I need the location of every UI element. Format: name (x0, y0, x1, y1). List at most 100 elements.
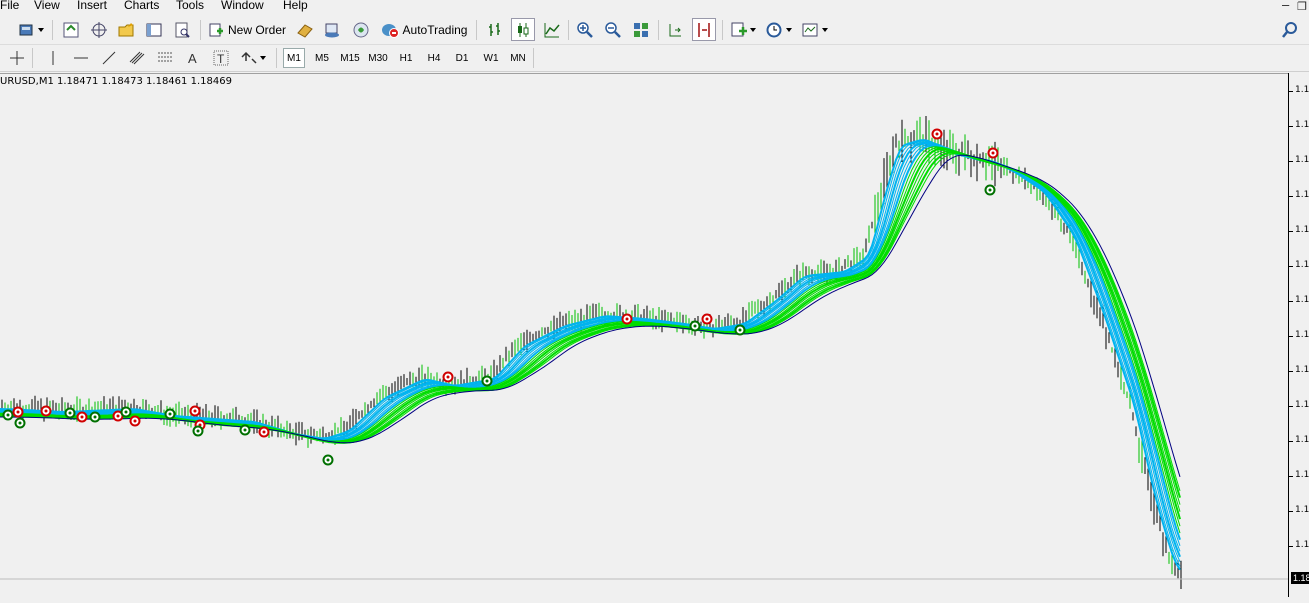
chart-window[interactable] (0, 73, 1288, 598)
signals-icon[interactable] (296, 21, 314, 39)
fibonacci-icon[interactable] (156, 49, 174, 67)
strategy-tester-icon[interactable] (173, 21, 191, 39)
zoom-out-icon[interactable] (604, 21, 622, 39)
zoom-in-icon[interactable] (576, 21, 594, 39)
signal-marker-dot (44, 409, 48, 413)
profiles-icon[interactable] (18, 21, 36, 39)
signal-marker-dot (738, 328, 742, 332)
axis-price-label: 1.18 (1295, 435, 1309, 445)
vertical-line-icon[interactable] (44, 49, 62, 67)
trendline-icon[interactable] (100, 49, 118, 67)
signal-marker-dot (6, 413, 10, 417)
restore-icon[interactable]: ❐ (1297, 0, 1307, 13)
menu-tools[interactable]: Tools (176, 0, 204, 12)
new-order-label: New Order (227, 23, 286, 37)
metaeditor-icon[interactable] (352, 21, 370, 39)
tile-windows-icon[interactable] (632, 21, 650, 39)
axis-price-label: 1.18 (1295, 190, 1309, 200)
autotrading-icon (381, 24, 399, 38)
menu-charts[interactable]: Charts (124, 0, 159, 12)
moving-average-line (0, 143, 1181, 552)
axis-tick (1289, 91, 1293, 92)
axis-tick (1289, 196, 1293, 197)
separator (658, 20, 659, 40)
axis-tick (1289, 476, 1293, 477)
candlestick-chart-button[interactable] (511, 18, 535, 41)
periods-clock-icon[interactable] (765, 21, 783, 39)
chevron-down-icon[interactable] (786, 28, 792, 32)
price-chart[interactable] (0, 74, 1288, 598)
menu-insert[interactable]: Insert (77, 0, 107, 12)
signal-marker-dot (193, 409, 197, 413)
signal-marker-dot (133, 419, 137, 423)
axis-price-label: 1.18 (1295, 120, 1309, 130)
equidistant-channel-icon[interactable] (128, 49, 146, 67)
crosshair-target-icon[interactable] (90, 21, 108, 39)
arrows-icon[interactable] (240, 49, 258, 67)
auto-scroll-icon[interactable] (666, 21, 684, 39)
templates-icon[interactable] (801, 21, 819, 39)
navigator-icon[interactable] (117, 21, 135, 39)
moving-average-line (0, 140, 1181, 567)
axis-tick (1289, 301, 1293, 302)
timeframe-d1[interactable]: D1 (451, 48, 473, 68)
signal-marker-dot (196, 429, 200, 433)
menu-help[interactable]: Help (283, 0, 308, 12)
menu-view[interactable]: View (34, 0, 60, 12)
timeframe-m1[interactable]: M1 (283, 48, 305, 68)
separator (568, 20, 569, 40)
signal-marker-dot (168, 412, 172, 416)
separator (32, 48, 33, 68)
chevron-down-icon[interactable] (38, 28, 44, 32)
autotrading-label: AutoTrading (402, 23, 468, 37)
timeframe-h1[interactable]: H1 (395, 48, 417, 68)
chart-shift-button[interactable] (692, 18, 716, 41)
signal-marker-dot (16, 410, 20, 414)
signal-marker-dot (243, 428, 247, 432)
indicators-icon[interactable] (730, 21, 748, 39)
chevron-down-icon[interactable] (750, 28, 756, 32)
timeframe-mn[interactable]: MN (506, 48, 530, 68)
timeframe-m5[interactable]: M5 (311, 48, 333, 68)
drawing-toolbar: A T (0, 45, 1309, 72)
autotrading-button[interactable]: AutoTrading (378, 20, 470, 40)
separator (722, 20, 723, 40)
axis-price-label: 1.18 (1295, 400, 1309, 410)
current-price-label: 1.18 (1291, 572, 1309, 584)
signal-marker-dot (326, 458, 330, 462)
market-watch-icon[interactable] (62, 21, 80, 39)
minimize-icon[interactable]: – (1282, 0, 1289, 12)
axis-tick (1289, 336, 1293, 337)
chevron-down-icon[interactable] (260, 56, 266, 60)
moving-average-line (0, 141, 1181, 562)
axis-price-label: 1.18 (1295, 85, 1309, 95)
timeframe-h4[interactable]: H4 (423, 48, 445, 68)
new-order-button[interactable]: New Order (206, 20, 288, 40)
text-label-icon[interactable]: T (212, 49, 230, 67)
chevron-down-icon[interactable] (822, 28, 828, 32)
axis-price-label: 1.18 (1295, 505, 1309, 515)
menu-file[interactable]: File (0, 0, 19, 12)
axis-tick (1289, 266, 1293, 267)
signal-marker-dot (485, 379, 489, 383)
terminal-icon[interactable] (145, 21, 163, 39)
line-chart-icon[interactable] (543, 21, 561, 39)
separator (533, 48, 534, 68)
timeframe-w1[interactable]: W1 (479, 48, 503, 68)
crosshair-icon[interactable] (8, 49, 26, 67)
candlestick-chart-icon (518, 23, 529, 37)
signal-marker-dot (693, 324, 697, 328)
signal-marker-dot (80, 415, 84, 419)
menu-window[interactable]: Window (221, 0, 264, 12)
search-icon[interactable] (1281, 21, 1299, 39)
timeframe-m15[interactable]: M15 (338, 48, 362, 68)
moving-average-line (0, 144, 1181, 541)
text-icon[interactable]: A (184, 49, 202, 67)
bar-chart-icon[interactable] (486, 21, 504, 39)
signal-marker-dot (262, 430, 266, 434)
axis-tick (1289, 546, 1293, 547)
horizontal-line-icon[interactable] (72, 49, 90, 67)
axis-price-label: 1.18 (1295, 470, 1309, 480)
timeframe-m30[interactable]: M30 (366, 48, 390, 68)
market-icon[interactable] (323, 21, 341, 39)
